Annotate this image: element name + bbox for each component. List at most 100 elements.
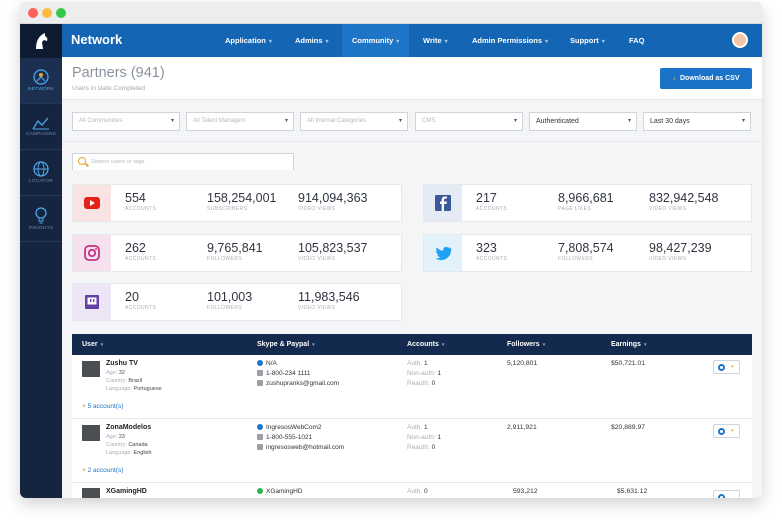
nav-support[interactable]: Support ▾ <box>560 24 615 57</box>
table-row[interactable]: XGamingHD XGamingHD Auth: 0 593,212 $5,6… <box>72 483 752 498</box>
sidebar-item-campaigns[interactable]: CAMPAIGNS <box>20 104 62 150</box>
more-accounts-link[interactable]: + 5 account(s) <box>82 403 123 410</box>
email-address: ingresosweb@hotmail.com <box>257 444 344 451</box>
close-window-button[interactable] <box>28 8 38 18</box>
talent-managers-select[interactable]: All Talent Managers ▾ <box>186 112 294 131</box>
user-name[interactable]: ZonaModelos <box>106 424 151 431</box>
instagram-icon <box>73 235 111 271</box>
user-avatar[interactable] <box>732 32 748 48</box>
col-user[interactable]: User ▾ <box>82 334 103 356</box>
stat-label: ACCOUNTS <box>476 256 508 262</box>
phone-icon <box>257 370 263 376</box>
nav-write[interactable]: Write ▾ <box>413 24 458 57</box>
stat-value: 101,003 <box>207 290 253 304</box>
sidebar-item-locator[interactable]: LOCATOR <box>20 150 62 196</box>
partners-table-header: User ▾ Skype & Paypal ▾ Accounts ▾ Follower… <box>72 334 752 355</box>
user-name[interactable]: XGamingHD <box>106 488 147 495</box>
earnings-value: $5,631.12 <box>617 488 648 495</box>
stat-value: 217 <box>476 191 497 205</box>
col-skype-paypal[interactable]: Skype & Paypal ▾ <box>257 334 315 356</box>
chevron-down-icon: ▾ <box>444 39 448 45</box>
nav-admins[interactable]: Admins ▾ <box>285 24 339 57</box>
nav-faq[interactable]: FAQ <box>619 24 654 57</box>
download-csv-button[interactable]: ↓ Download as CSV <box>660 68 752 89</box>
app-window: NETWORK CAMPAIGNS LOCATOR INSIGHTS Netwo… <box>20 2 762 498</box>
cms-select[interactable]: CMS ▾ <box>415 112 523 131</box>
auth-status-select[interactable]: Authenticated ▾ <box>529 112 637 131</box>
brand-title: Network <box>71 32 123 47</box>
minimize-window-button[interactable] <box>42 8 52 18</box>
stat-value: 9,765,841 <box>207 241 263 255</box>
gear-icon <box>718 364 725 371</box>
user-avatar <box>82 361 100 377</box>
nonauth-count: Non-auth: 1 <box>407 434 441 441</box>
table-row[interactable]: Zushu TV Age: 32 Country: Brazil Languag… <box>72 355 752 419</box>
earnings-value: $50,721.01 <box>611 360 646 367</box>
internal-categories-select[interactable]: All Internal Categories ▾ <box>300 112 408 131</box>
nav-admin-permissions[interactable]: Admin Permissions ▾ <box>462 24 558 57</box>
chevron-down-icon: ▾ <box>731 428 734 434</box>
date-range-select[interactable]: Last 30 days ▾ <box>643 112 751 131</box>
page-title: Partners (941) <box>72 65 165 81</box>
stat-label: FOLLOWERS <box>207 256 242 262</box>
download-icon: ↓ <box>672 75 676 82</box>
stat-label: SUBSCRIBERS <box>207 206 248 212</box>
nav-application[interactable]: Application ▾ <box>215 24 282 57</box>
user-country: Country: Canada <box>106 442 148 448</box>
user-name[interactable]: Zushu TV <box>106 360 138 367</box>
stat-label: FOLLOWERS <box>558 256 593 262</box>
reauth-count: Reauth: 0 <box>407 380 436 387</box>
network-icon <box>33 69 49 85</box>
col-followers[interactable]: Followers ▾ <box>507 334 545 356</box>
lightbulb-icon <box>35 206 47 223</box>
table-row[interactable]: ZonaModelos Age: 23 Country: Canada Lang… <box>72 419 752 483</box>
plus-icon: + <box>82 467 86 474</box>
stat-video-views: 832,942,548 VIDEO VIEWS <box>649 191 719 212</box>
chevron-down-icon: ▾ <box>268 39 272 45</box>
row-settings-button[interactable] <box>713 490 740 498</box>
chevron-down-icon: ▾ <box>396 39 400 45</box>
col-earnings[interactable]: Earnings ▾ <box>611 334 646 356</box>
auth-count: Auth: 1 <box>407 360 428 367</box>
stat-label: ACCOUNTS <box>125 206 157 212</box>
stat-card-instagram: 262 ACCOUNTS 9,765,841 FOLLOWERS 105,823,537… <box>72 234 402 272</box>
communities-select[interactable]: All Communities ▾ <box>72 112 180 131</box>
facebook-icon <box>424 185 462 221</box>
more-accounts-link[interactable]: + 2 account(s) <box>82 467 123 474</box>
skype-id: N/A <box>257 360 277 367</box>
sidebar-label: NETWORK <box>28 87 54 92</box>
stat-value: 105,823,537 <box>298 241 368 255</box>
stat-value: 8,966,681 <box>558 191 614 205</box>
chevron-down-icon: ▾ <box>601 39 605 45</box>
stat-followers: 9,765,841 FOLLOWERS <box>207 241 263 262</box>
stat-value: 158,254,001 <box>207 191 277 205</box>
maximize-window-button[interactable] <box>56 8 66 18</box>
plus-icon: + <box>82 403 86 410</box>
sidebar-item-network[interactable]: NETWORK <box>20 58 62 104</box>
row-settings-button[interactable]: ▾ <box>713 424 740 438</box>
stat-followers: 101,003 FOLLOWERS <box>207 290 252 311</box>
mail-icon <box>257 380 263 386</box>
row-settings-button[interactable]: ▾ <box>713 360 740 374</box>
user-age: Age: 32 <box>106 370 125 376</box>
stat-video-views: 98,427,239 VIDEO VIEWS <box>649 241 712 262</box>
stat-value: 323 <box>476 241 497 255</box>
col-accounts[interactable]: Accounts ▾ <box>407 334 444 356</box>
twitter-icon <box>424 235 462 271</box>
sidebar-item-insights[interactable]: INSIGHTS <box>20 196 62 242</box>
stat-accounts: 217 ACCOUNTS <box>476 191 507 212</box>
earnings-value: $20,889.97 <box>611 424 646 431</box>
nonauth-count: Non-auth: 1 <box>407 370 441 377</box>
user-language: Language: English <box>106 450 152 456</box>
app-logo[interactable] <box>20 24 62 58</box>
stat-value: 7,808,574 <box>558 241 614 255</box>
stat-followers: 7,808,574 FOLLOWERS <box>558 241 614 262</box>
youtube-icon <box>73 185 111 221</box>
stat-label: PAGE LIKES <box>558 206 592 212</box>
stat-label: VIDEO VIEWS <box>649 206 687 212</box>
nav-community[interactable]: Community ▾ <box>342 24 410 57</box>
sort-icon: ▾ <box>312 342 315 348</box>
stat-card-twitch: 20 ACCOUNTS 101,003 FOLLOWERS 11,983,546 VIDE… <box>72 283 402 321</box>
stat-video-views: 105,823,537 VIDEO VIEWS <box>298 241 368 262</box>
chevron-down-icon: ▾ <box>325 39 329 45</box>
